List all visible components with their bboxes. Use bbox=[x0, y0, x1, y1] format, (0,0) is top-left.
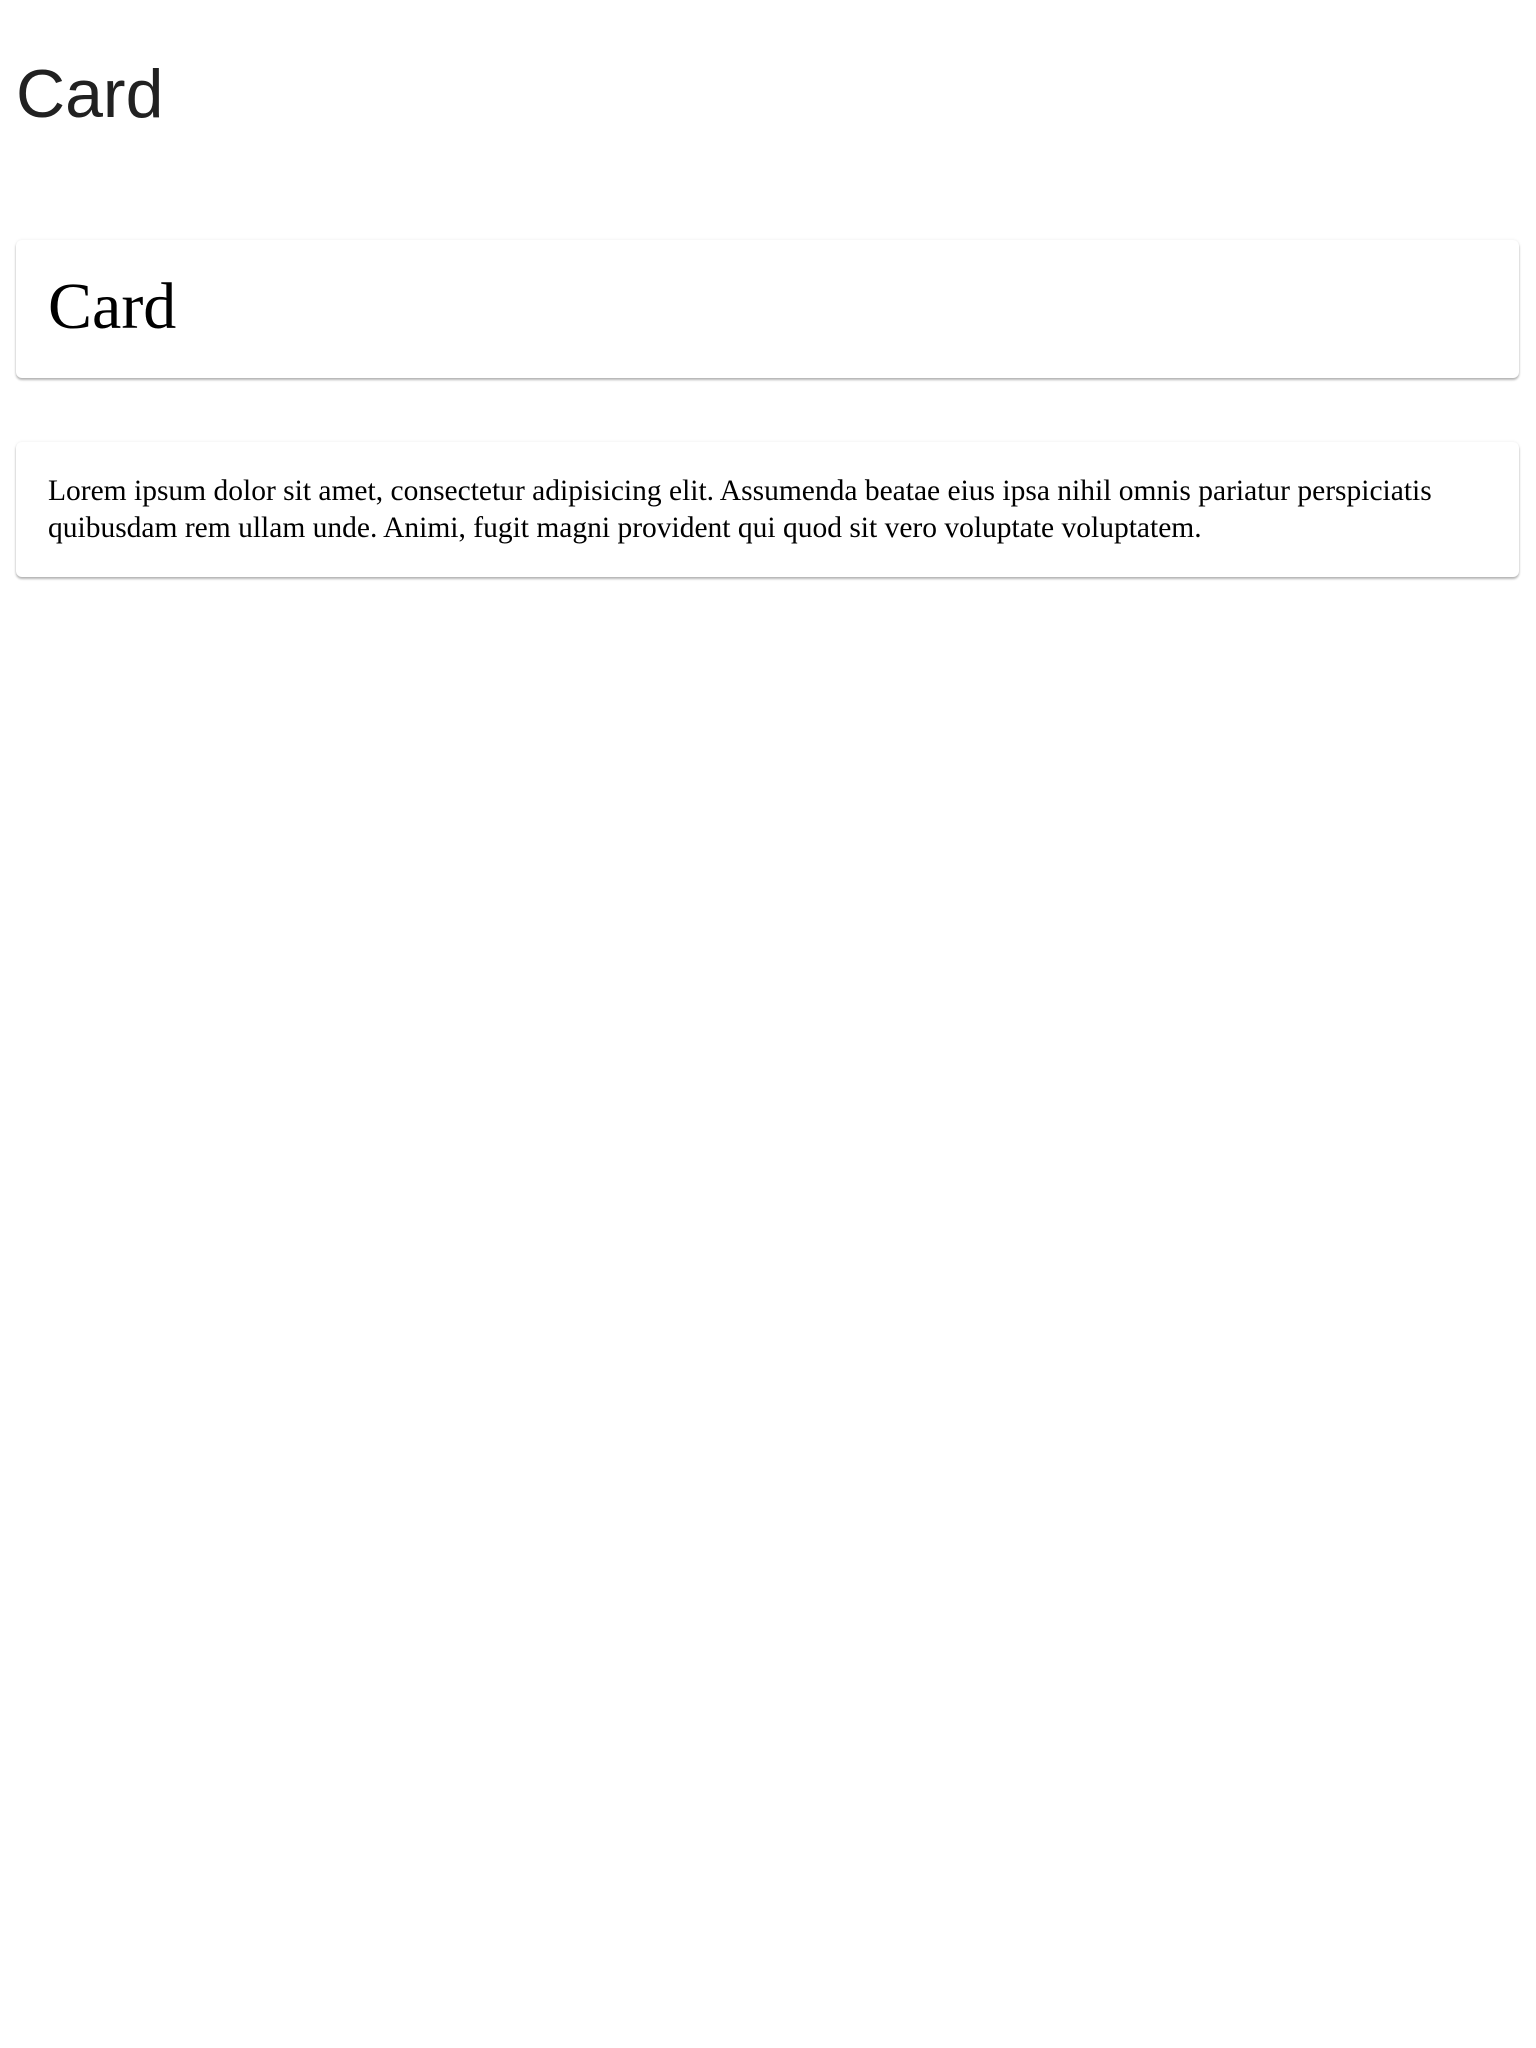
text-card: Lorem ipsum dolor sit amet, consectetur … bbox=[16, 442, 1519, 577]
card-body-text: Lorem ipsum dolor sit amet, consectetur … bbox=[48, 475, 1432, 544]
page-title: Card bbox=[16, 56, 164, 132]
card-title: Card bbox=[48, 270, 177, 343]
title-card: Card bbox=[16, 240, 1519, 378]
